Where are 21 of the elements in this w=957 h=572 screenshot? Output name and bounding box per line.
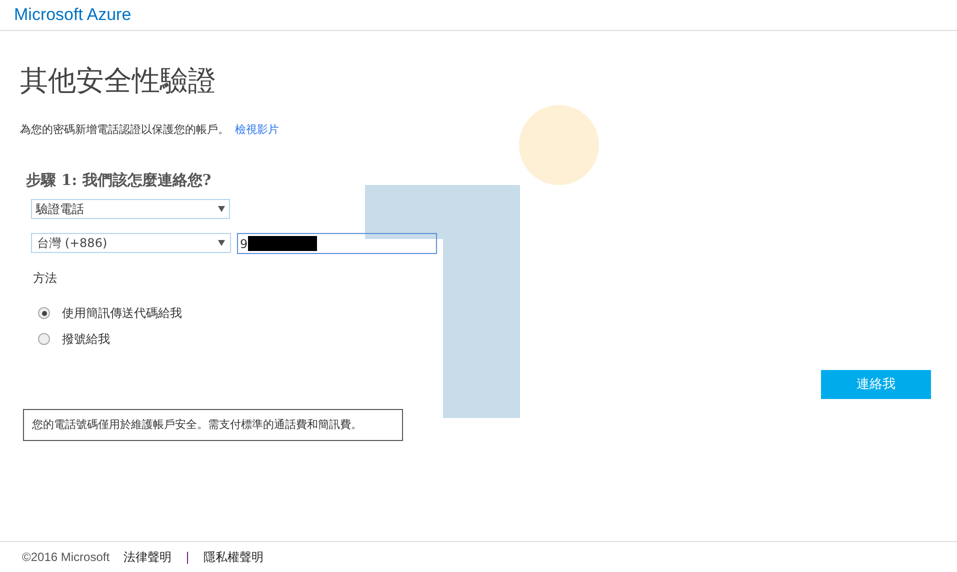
radio-button[interactable]	[38, 333, 50, 345]
country-select[interactable]: 台灣 (+886)	[31, 233, 231, 253]
caret-icon	[218, 240, 225, 246]
caret-icon	[218, 206, 225, 212]
redaction-bar	[248, 236, 317, 251]
radio-option[interactable]: 使用簡訊傳送代碼給我	[38, 304, 937, 322]
step-heading: 步驟 1: 我們該怎麼連絡您?	[26, 170, 212, 190]
method-select[interactable]: 驗證電話	[31, 199, 230, 219]
phone-field[interactable]: 9	[237, 233, 437, 254]
footer-link[interactable]: 隱私權聲明	[204, 548, 264, 566]
method-label: 方法	[33, 270, 58, 287]
radio-option[interactable]: 撥號給我	[38, 330, 937, 348]
page-title: 其他安全性驗證	[20, 67, 217, 95]
video-link[interactable]: 檢視影片	[235, 122, 279, 138]
separator: |	[186, 549, 190, 566]
note-box: 您的電話號碼僅用於維護帳戶安全。需支付標準的通話費和簡訊費。	[23, 409, 403, 441]
footer-link[interactable]: 法律聲明	[124, 548, 172, 566]
radio-button[interactable]	[38, 307, 50, 319]
brand-logo[interactable]: Microsoft Azure	[14, 2, 132, 28]
copyright-text: ©2016 Microsoft	[22, 549, 110, 566]
intro-text: 為您的密碼新增電話認證以保護您的帳戶。	[20, 122, 229, 138]
